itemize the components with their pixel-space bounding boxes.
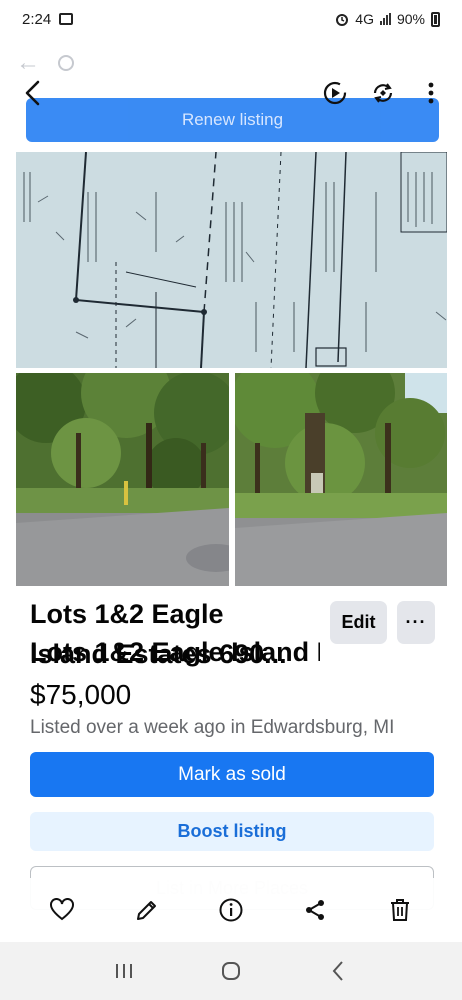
info-icon[interactable]: [211, 890, 251, 930]
more-options-button[interactable]: ···: [397, 601, 435, 644]
survey-map-photo[interactable]: [16, 152, 447, 368]
back-icon[interactable]: [16, 76, 50, 110]
network-label: 4G: [355, 11, 374, 27]
listing-title-line2: Island Estates 690...: [30, 639, 287, 669]
pencil-icon[interactable]: [127, 890, 167, 930]
heart-icon[interactable]: [42, 890, 82, 930]
sync-icon[interactable]: [368, 78, 398, 108]
recent-apps-icon[interactable]: [104, 951, 144, 991]
boost-listing-button[interactable]: Boost listing: [30, 812, 434, 851]
listing-title-line1: Lots 1&2 Eagle: [30, 599, 224, 629]
listing-location-time: Listed over a week ago in Edwardsburg, M…: [30, 717, 395, 738]
listing-title: Lots 1&2 Eagle Island Estates 690...: [30, 594, 320, 674]
share-icon[interactable]: [295, 890, 335, 930]
mark-as-sold-button[interactable]: Mark as sold: [30, 752, 434, 797]
more-vertical-icon[interactable]: [416, 78, 446, 108]
image-notification-icon: [59, 13, 74, 25]
trash-icon[interactable]: [380, 890, 420, 930]
viewer-tools: [320, 78, 446, 108]
listing-price: $75,000: [30, 679, 132, 710]
viewer-toolbar: [0, 70, 462, 116]
status-bar: 2:24 4G 90%: [0, 0, 462, 38]
home-icon[interactable]: [211, 951, 251, 991]
status-time: 2:24: [22, 10, 52, 28]
edit-button[interactable]: Edit: [330, 601, 387, 644]
back-icon[interactable]: [318, 951, 358, 991]
signal-icon: [379, 13, 391, 25]
battery-icon: [431, 11, 440, 27]
play-icon[interactable]: [320, 78, 350, 108]
status-right: 4G 90%: [335, 11, 440, 27]
lot-photo-trees-right[interactable]: [235, 373, 447, 586]
faded-search-icon: [58, 55, 74, 71]
system-nav-bar: [0, 942, 462, 1000]
bottom-action-bar: [0, 878, 462, 942]
alarm-icon: [336, 14, 349, 26]
lot-photo-trees-left[interactable]: [16, 373, 229, 586]
battery-percent: 90%: [396, 11, 425, 27]
